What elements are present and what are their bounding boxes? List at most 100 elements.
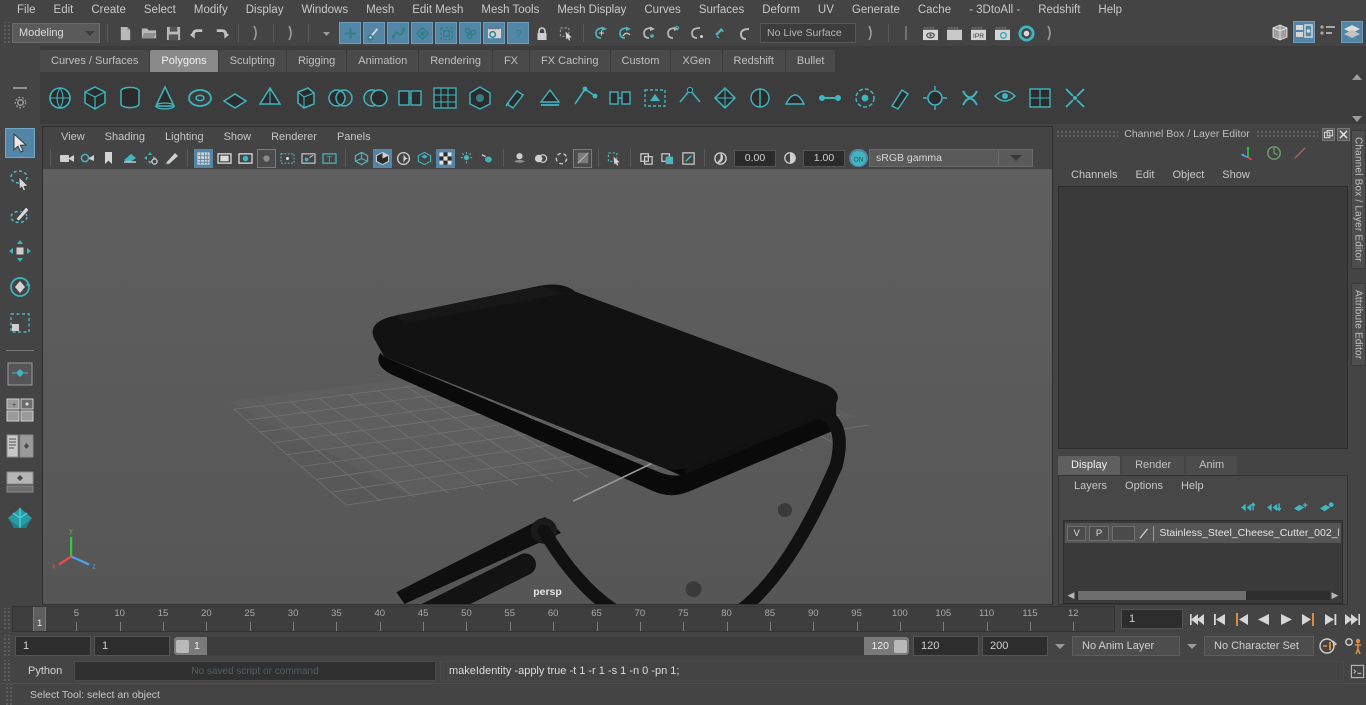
scroll-right-icon[interactable]: ▶	[1330, 590, 1340, 601]
mask-handles-icon[interactable]	[363, 22, 385, 44]
close-icon[interactable]	[1337, 127, 1350, 141]
xray-icon[interactable]	[637, 149, 656, 168]
uv-editor-icon[interactable]	[1024, 82, 1056, 114]
shelf-tab-fx-caching[interactable]: FX Caching	[530, 50, 610, 72]
anim-layer-field[interactable]: No Anim Layer	[1072, 636, 1180, 656]
poly-sphere-icon[interactable]	[44, 82, 76, 114]
save-scene-icon[interactable]	[162, 22, 184, 44]
grease-pencil-icon[interactable]	[162, 149, 181, 168]
target-weld-icon[interactable]	[674, 82, 706, 114]
range-slider-grip[interactable]	[2, 635, 10, 657]
layer-row[interactable]: V P Stainless_Steel_Cheese_Cutter_002_la	[1065, 523, 1341, 543]
channel-box-menu-object[interactable]: Object	[1163, 169, 1213, 181]
menu-item-mesh-display[interactable]: Mesh Display	[548, 0, 635, 20]
ipr-render-icon[interactable]: IPR	[967, 22, 989, 44]
go-to-start-icon[interactable]	[1189, 610, 1206, 628]
shelf-settings-gear-icon[interactable]	[14, 96, 27, 109]
move-layer-up-icon[interactable]	[1240, 501, 1257, 514]
render-group-collapse-icon[interactable]	[895, 22, 917, 44]
viewport-menu-panels[interactable]: Panels	[327, 127, 381, 147]
time-slider[interactable]: 1 5 10 15 20 25 30 35 40 45 50 55 60 65 70 75 80 85 90 95 1…	[12, 606, 1115, 632]
outliner-persp-layout-icon[interactable]	[5, 431, 35, 461]
bevel-icon[interactable]	[534, 82, 566, 114]
combine-icon[interactable]	[394, 82, 426, 114]
boolean-difference-icon[interactable]	[359, 82, 391, 114]
layer-editor-tab-render[interactable]: Render	[1122, 456, 1185, 475]
shelf-tab-xgen[interactable]: XGen	[671, 50, 722, 72]
step-back-keyframe-icon[interactable]	[1211, 610, 1228, 628]
menu-item-create[interactable]: Create	[82, 0, 135, 20]
persp-graph-layout-icon[interactable]	[5, 467, 35, 497]
grid-toggle-icon[interactable]	[194, 148, 213, 168]
menu-item-generate[interactable]: Generate	[843, 0, 909, 20]
playback-end-time-field[interactable]: 120	[913, 636, 979, 656]
poly-prism-icon[interactable]	[289, 82, 321, 114]
xray-joints-icon[interactable]	[658, 149, 677, 168]
step-forward-keyframe-icon[interactable]	[1321, 610, 1338, 628]
shelf-menu-icon[interactable]	[13, 87, 27, 89]
channel-box-menu-channels[interactable]: Channels	[1062, 169, 1126, 181]
menu-item-file[interactable]: File	[8, 0, 45, 20]
open-scene-icon[interactable]	[138, 22, 160, 44]
command-line-grip[interactable]	[2, 660, 10, 682]
menu-item-curves[interactable]: Curves	[635, 0, 689, 20]
move-layer-down-icon[interactable]	[1266, 501, 1283, 514]
checker-texture-icon[interactable]	[436, 148, 455, 168]
current-frame-field[interactable]: 1	[1121, 609, 1183, 629]
layer-editor-menu-options[interactable]: Options	[1116, 480, 1172, 492]
menu-item-help[interactable]: Help	[1089, 0, 1131, 20]
camera-icon[interactable]	[57, 149, 76, 168]
snap-to-grid-icon[interactable]	[590, 22, 612, 44]
undo-icon[interactable]	[186, 22, 208, 44]
layer-color-swatch-icon[interactable]	[1138, 526, 1150, 541]
xray-active-components-icon[interactable]	[679, 149, 698, 168]
scroll-left-icon[interactable]: ◀	[1066, 590, 1076, 601]
film-gate-icon[interactable]	[215, 149, 234, 168]
pinch-icon[interactable]	[954, 82, 986, 114]
snap-to-magnet-icon[interactable]	[734, 22, 756, 44]
shelf-tab-polygons[interactable]: Polygons	[150, 50, 218, 72]
character-set-field[interactable]: No Character Set	[1204, 636, 1314, 656]
boolean-union-icon[interactable]	[324, 82, 356, 114]
layer-shading-toggle[interactable]	[1111, 525, 1135, 541]
shelf-scroll-up-icon[interactable]	[1352, 74, 1362, 80]
channel-box-menu-show[interactable]: Show	[1213, 169, 1259, 181]
show-hide-modeling-toolkit-icon[interactable]	[1269, 21, 1291, 43]
exposure-field[interactable]: 0.00	[734, 149, 776, 167]
menu-item-3dtoall[interactable]: - 3DtoAll -	[960, 0, 1029, 20]
layer-editor-menu-layers[interactable]: Layers	[1065, 480, 1116, 492]
slide-icon[interactable]	[989, 82, 1021, 114]
layer-editor-tab-anim[interactable]: Anim	[1186, 456, 1238, 475]
single-perspective-layout-icon[interactable]	[5, 359, 35, 389]
film-origin-icon[interactable]	[278, 149, 297, 168]
mask-surfaces-icon[interactable]	[411, 22, 433, 44]
color-transform-field[interactable]: sRGB gamma	[869, 149, 999, 167]
menu-item-redshift[interactable]: Redshift	[1029, 0, 1089, 20]
crease-icon[interactable]	[709, 82, 741, 114]
range-slider-bar[interactable]: 1 120	[173, 636, 910, 656]
script-editor-icon[interactable]	[1348, 664, 1366, 679]
shadows-icon[interactable]	[510, 149, 529, 168]
menu-item-surfaces[interactable]: Surfaces	[690, 0, 753, 20]
paint-select-tool-icon[interactable]	[5, 200, 35, 230]
multisample-icon[interactable]	[573, 148, 592, 168]
gamma-icon[interactable]	[780, 149, 799, 168]
resolution-gate-icon[interactable]	[236, 149, 255, 168]
show-hide-channel-box-icon[interactable]	[1341, 21, 1363, 43]
rotate-channel-icon[interactable]	[1266, 145, 1282, 161]
screen-space-ao-icon[interactable]	[531, 149, 550, 168]
menu-item-deform[interactable]: Deform	[753, 0, 809, 20]
scrollbar-track[interactable]	[1076, 591, 1330, 600]
lock-icon[interactable]	[531, 22, 553, 44]
shelf-tab-rendering[interactable]: Rendering	[419, 50, 492, 72]
2d-pan-zoom-icon[interactable]	[141, 149, 160, 168]
range-left-knob[interactable]	[176, 639, 189, 653]
shelf-tab-redshift[interactable]: Redshift	[722, 50, 785, 72]
menu-item-edit-mesh[interactable]: Edit Mesh	[403, 0, 472, 20]
manipulator-axis-icon[interactable]	[1240, 145, 1256, 161]
menu-set-selector[interactable]: Modeling	[12, 23, 100, 43]
menu-item-modify[interactable]: Modify	[185, 0, 237, 20]
menu-item-cache[interactable]: Cache	[909, 0, 960, 20]
gate-mask-icon[interactable]	[257, 148, 276, 168]
scrollbar-thumb[interactable]	[1078, 591, 1246, 600]
